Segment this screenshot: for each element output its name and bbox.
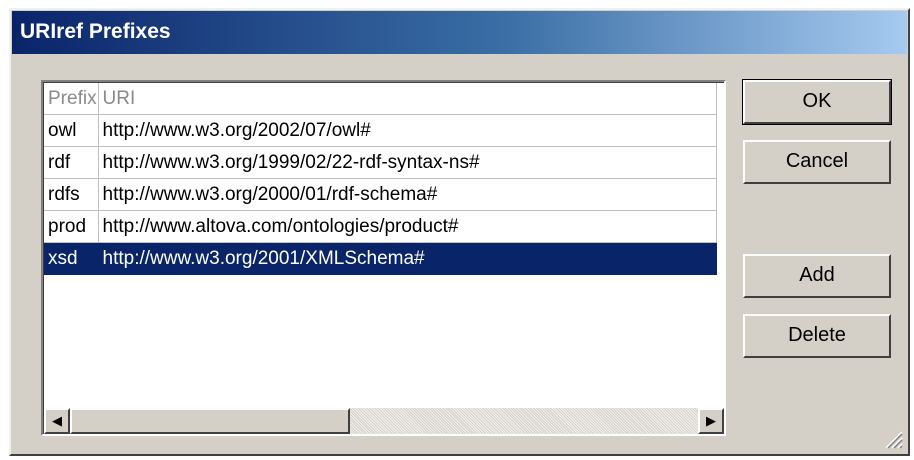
title-bar[interactable]: URIref Prefixes: [12, 11, 907, 54]
uri-cell[interactable]: http://www.w3.org/2002/07/owl#: [98, 114, 717, 147]
table-row[interactable]: rdf http://www.w3.org/1999/02/22-rdf-syn…: [44, 146, 717, 179]
scrollbar-thumb[interactable]: [70, 408, 350, 434]
delete-button[interactable]: Delete: [743, 314, 891, 358]
prefix-table: Prefix URI owl http://www.w3.org/2002/07…: [44, 83, 717, 275]
prefix-cell[interactable]: rdfs: [44, 178, 99, 211]
prefix-cell[interactable]: rdf: [44, 146, 99, 179]
uri-cell[interactable]: http://www.w3.org/2001/XMLSchema#: [98, 242, 717, 275]
table-row[interactable]: rdfs http://www.w3.org/2000/01/rdf-schem…: [44, 178, 717, 211]
add-button[interactable]: Add: [743, 254, 891, 298]
prefix-cell[interactable]: xsd: [44, 242, 99, 275]
table-row[interactable]: owl http://www.w3.org/2002/07/owl#: [44, 114, 717, 147]
scroll-left-arrow-icon[interactable]: ◀: [44, 408, 70, 434]
prefix-list[interactable]: Prefix URI owl http://www.w3.org/2002/07…: [41, 80, 726, 436]
horizontal-scrollbar[interactable]: ◀ ▶: [44, 408, 724, 434]
uriref-prefixes-dialog: URIref Prefixes Prefix URI owl http://ww…: [9, 8, 910, 456]
uri-cell[interactable]: http://www.altova.com/ontologies/product…: [98, 210, 717, 243]
resize-grip-icon[interactable]: [880, 426, 904, 450]
table-row-selected[interactable]: xsd http://www.w3.org/2001/XMLSchema#: [44, 242, 717, 275]
column-header-prefix[interactable]: Prefix: [44, 83, 99, 115]
ok-button[interactable]: OK: [742, 79, 892, 125]
scroll-right-arrow-icon[interactable]: ▶: [698, 408, 724, 434]
dialog-title: URIref Prefixes: [20, 20, 171, 43]
uri-cell[interactable]: http://www.w3.org/1999/02/22-rdf-syntax-…: [98, 146, 717, 179]
prefix-cell[interactable]: owl: [44, 114, 99, 147]
uri-cell[interactable]: http://www.w3.org/2000/01/rdf-schema#: [98, 178, 717, 211]
table-header-row: Prefix URI: [44, 83, 717, 115]
column-header-uri[interactable]: URI: [98, 83, 717, 115]
prefix-cell[interactable]: prod: [44, 210, 99, 243]
table-row[interactable]: prod http://www.altova.com/ontologies/pr…: [44, 210, 717, 243]
cancel-button[interactable]: Cancel: [743, 140, 891, 184]
